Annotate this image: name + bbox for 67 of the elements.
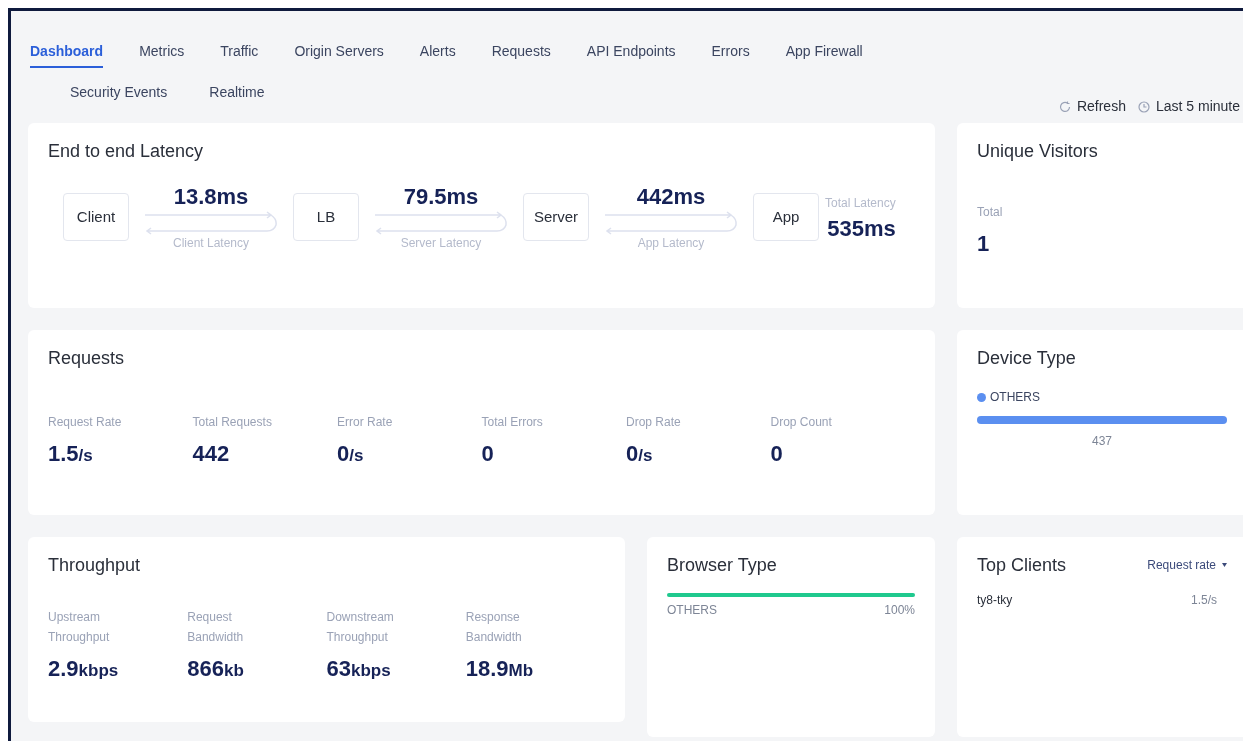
tab[interactable]: Traffic [220, 41, 259, 68]
tab[interactable]: Realtime [209, 82, 265, 109]
tab[interactable]: Metrics [139, 41, 185, 68]
client-value: 1.5/s [1191, 592, 1217, 609]
client-name: ty8-tky [977, 592, 1013, 609]
metric-label: Error Rate [337, 414, 394, 431]
metric-label: Drop Rate [626, 414, 682, 431]
tab[interactable]: Alerts [419, 41, 456, 68]
metric-value: 0 [481, 440, 495, 468]
tab[interactable]: Security Events [70, 82, 168, 109]
card-title: Device Type [977, 347, 1077, 370]
card-title: Throughput [48, 554, 142, 577]
metric-label: Response Bandwidth [465, 609, 523, 646]
browser-percent: 100% [884, 602, 915, 619]
metric-label: Total Errors [481, 414, 544, 431]
flow-node: Server [523, 193, 589, 241]
metric-value: 63kbps [326, 655, 392, 683]
total-latency-label: Total Latency [825, 194, 896, 212]
card-title: Browser Type [667, 554, 778, 577]
metric-label: Total [977, 204, 1004, 221]
refresh-button[interactable]: Refresh [1058, 96, 1126, 117]
metric-value: 866kb [187, 655, 245, 683]
legend-label: OTHERS [990, 389, 1040, 406]
metric-value: 442 [192, 440, 231, 468]
flow-arrows-icon [373, 211, 509, 235]
metric-label: Downstream Throughput [326, 609, 395, 646]
total-latency-value: 535ms [827, 214, 896, 243]
metric-value: 1.5/s [48, 440, 94, 468]
sort-dropdown[interactable]: Request rate [1147, 556, 1227, 574]
caret-icon [1222, 563, 1227, 567]
time-range-button[interactable]: Last 5 minute [1137, 96, 1240, 117]
tab[interactable]: Errors [711, 41, 750, 68]
metric-label: Drop Count [770, 414, 833, 431]
card-title: Top Clients [977, 554, 1067, 577]
tab[interactable]: Dashboard [30, 41, 104, 68]
metric-label: Upstream Throughput [48, 609, 111, 646]
tab[interactable]: Origin Servers [294, 41, 384, 68]
latency-label: App Latency [637, 235, 705, 251]
card-title: Requests [48, 347, 126, 370]
metric-label: Request Bandwidth [187, 609, 245, 646]
flow-node: LB [293, 193, 359, 241]
metric-value: 0/s [626, 440, 654, 468]
latency-value: 442ms [636, 183, 706, 211]
metric-label: Total Requests [192, 414, 273, 431]
tab[interactable]: App Firewall [785, 41, 863, 68]
flow-arrows-icon [143, 211, 279, 235]
metric-value: 2.9kbps [48, 655, 120, 683]
tab[interactable]: API Endpoints [586, 41, 676, 68]
latency-value: 13.8ms [173, 183, 249, 211]
device-count: 437 [1091, 433, 1113, 450]
tab[interactable]: Requests [491, 41, 551, 68]
metric-label: Request Rate [48, 414, 123, 431]
latency-label: Server Latency [400, 235, 482, 251]
metric-value: 18.9Mb [465, 655, 535, 683]
refresh-icon [1058, 100, 1071, 113]
latency-label: Client Latency [172, 235, 249, 251]
latency-value: 79.5ms [403, 183, 479, 211]
metric-value: 0 [770, 440, 784, 468]
card-title: Unique Visitors [977, 140, 1099, 163]
metric-value: 0/s [337, 440, 365, 468]
browser-name: OTHERS [667, 602, 717, 619]
clock-icon [1137, 100, 1150, 113]
flow-node: App [753, 193, 819, 241]
metric-value: 1 [977, 230, 991, 258]
flow-node: Client [63, 193, 129, 241]
flow-arrows-icon [603, 211, 739, 235]
card-title: End to end Latency [48, 140, 205, 163]
